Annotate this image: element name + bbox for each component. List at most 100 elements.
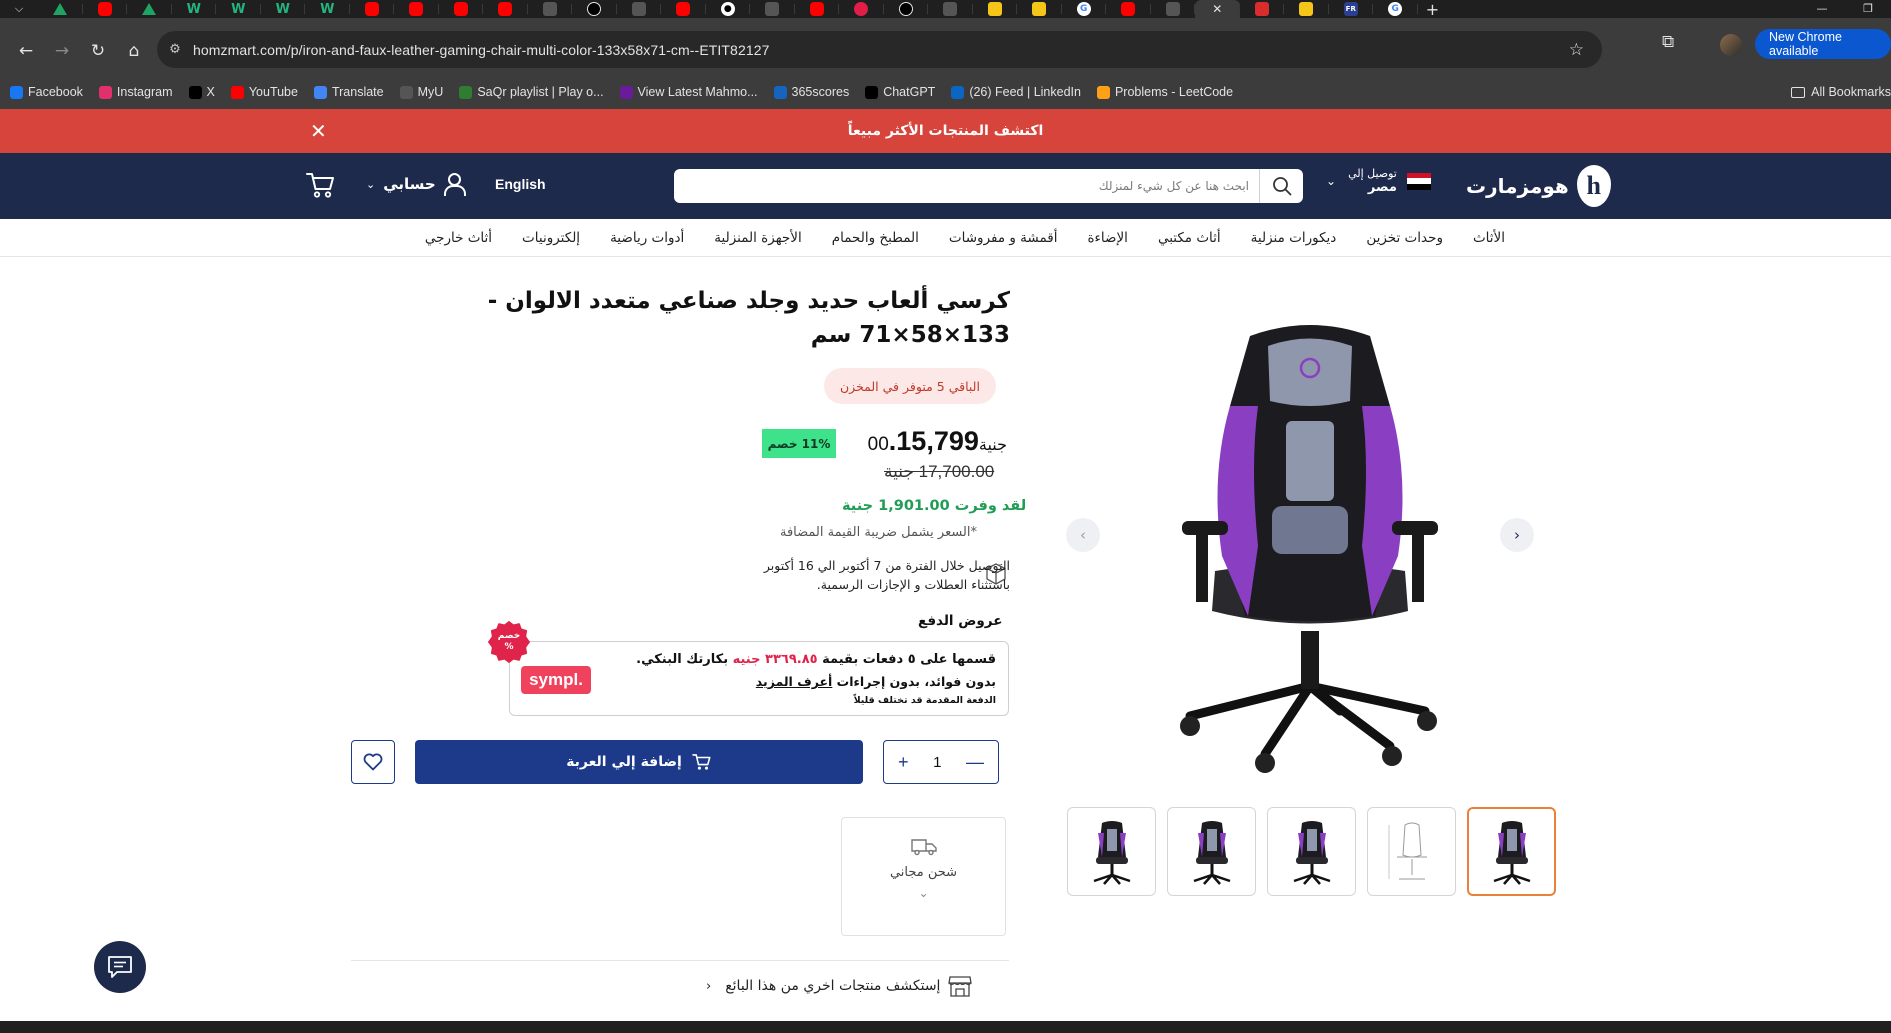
increase-quantity-icon[interactable]: + bbox=[898, 752, 909, 773]
free-shipping-card[interactable]: شحن مجاني ⌄ bbox=[841, 817, 1006, 936]
truck-icon bbox=[910, 839, 937, 856]
tab[interactable] bbox=[617, 0, 662, 18]
tab[interactable]: W bbox=[216, 0, 261, 18]
category-link[interactable]: إلكترونيات bbox=[522, 230, 580, 246]
forward-icon[interactable]: → bbox=[44, 33, 80, 69]
explore-seller-link[interactable]: إستكشف منتجات اخري من هذا البائع ‹ bbox=[706, 975, 973, 997]
bookmark-item[interactable]: ChatGPT bbox=[865, 85, 935, 99]
tab[interactable] bbox=[394, 0, 439, 18]
tab[interactable] bbox=[839, 0, 884, 18]
close-icon[interactable]: ✕ bbox=[310, 121, 327, 141]
profile-avatar[interactable] bbox=[1720, 34, 1742, 56]
url-text[interactable]: homzmart.com/p/iron-and-faux-leather-gam… bbox=[193, 42, 769, 58]
home-icon[interactable]: ⌂ bbox=[116, 33, 152, 69]
youtube-icon bbox=[809, 2, 824, 16]
promo-banner[interactable]: اكتشف المنتجات الأكثر مبيعاً ✕ bbox=[0, 109, 1891, 153]
tab-search-chevron-icon[interactable]: ⌵ bbox=[0, 0, 38, 18]
product-thumbnail[interactable] bbox=[1267, 807, 1356, 896]
category-link[interactable]: أثاث خارجي bbox=[425, 230, 492, 246]
promo-text[interactable]: اكتشف المنتجات الأكثر مبيعاً bbox=[848, 123, 1044, 139]
next-image-arrow-icon[interactable]: › bbox=[1500, 518, 1534, 552]
add-to-cart-button[interactable]: إضافة إلي العربة bbox=[415, 740, 863, 784]
tab[interactable] bbox=[38, 0, 83, 18]
bookmark-item[interactable]: MyU bbox=[399, 85, 443, 99]
tab[interactable] bbox=[750, 0, 795, 18]
product-thumbnail[interactable] bbox=[1367, 807, 1456, 896]
learn-more-link[interactable]: أعرف المزيد bbox=[756, 674, 833, 689]
tab[interactable] bbox=[83, 0, 128, 18]
close-tab-icon[interactable]: ✕ bbox=[1212, 2, 1222, 16]
chat-support-button[interactable] bbox=[94, 941, 146, 993]
tab[interactable] bbox=[928, 0, 973, 18]
tab[interactable] bbox=[1284, 0, 1329, 18]
tab[interactable] bbox=[483, 0, 528, 18]
bookmark-item[interactable]: Translate bbox=[313, 85, 384, 99]
search-input[interactable] bbox=[674, 169, 1259, 203]
bookmark-item[interactable]: Problems - LeetCode bbox=[1096, 85, 1233, 99]
product-thumbnail[interactable] bbox=[1467, 807, 1556, 896]
tab[interactable] bbox=[1240, 0, 1285, 18]
tab[interactable] bbox=[1151, 0, 1196, 18]
active-tab[interactable]: ✕ bbox=[1195, 0, 1240, 18]
tab[interactable] bbox=[350, 0, 395, 18]
category-link[interactable]: المطبخ والحمام bbox=[832, 230, 919, 246]
category-link[interactable]: أدوات رياضية bbox=[610, 230, 684, 246]
decrease-quantity-icon[interactable]: — bbox=[966, 752, 984, 773]
category-link[interactable]: أثاث مكتبي bbox=[1158, 230, 1221, 246]
tab[interactable] bbox=[439, 0, 484, 18]
product-main-image[interactable] bbox=[1140, 316, 1480, 776]
tab[interactable]: W bbox=[305, 0, 350, 18]
tab[interactable] bbox=[127, 0, 172, 18]
bookmark-item[interactable]: 365scores bbox=[773, 85, 849, 99]
bookmark-star-icon[interactable]: ☆ bbox=[1569, 40, 1584, 60]
category-link[interactable]: الأجهزة المنزلية bbox=[714, 230, 801, 246]
bookmark-item[interactable]: (26) Feed | LinkedIn bbox=[951, 85, 1081, 99]
product-thumbnail[interactable] bbox=[1167, 807, 1256, 896]
reload-icon[interactable]: ↻ bbox=[80, 33, 116, 69]
language-switch[interactable]: English bbox=[495, 176, 546, 192]
site-logo[interactable]: h هومزمارت bbox=[1466, 165, 1611, 207]
minimize-icon[interactable]: — bbox=[1799, 0, 1845, 18]
bookmark-item[interactable]: Facebook bbox=[10, 85, 83, 99]
wishlist-button[interactable] bbox=[351, 740, 395, 784]
quantity-value[interactable]: 1 bbox=[933, 754, 941, 771]
category-link[interactable]: ديكورات منزلية bbox=[1251, 230, 1337, 246]
category-link[interactable]: الأثاث bbox=[1473, 230, 1505, 246]
tab[interactable] bbox=[884, 0, 929, 18]
tab[interactable] bbox=[528, 0, 573, 18]
bookmark-item[interactable]: View Latest Mahmo... bbox=[619, 85, 758, 99]
category-link[interactable]: أقمشة و مفروشات bbox=[949, 230, 1058, 246]
product-thumbnail[interactable] bbox=[1067, 807, 1156, 896]
restore-icon[interactable]: ❐ bbox=[1845, 0, 1891, 18]
account-menu[interactable]: حسابي ⌄ bbox=[366, 173, 466, 196]
bookmark-item[interactable]: YouTube bbox=[230, 85, 298, 99]
new-tab-icon[interactable]: + bbox=[1418, 0, 1448, 19]
bookmark-item[interactable]: SaQr playlist | Play o... bbox=[459, 85, 604, 99]
tab[interactable]: W bbox=[261, 0, 306, 18]
site-info-icon[interactable]: ⚙ bbox=[157, 42, 193, 57]
tab[interactable]: W bbox=[172, 0, 217, 18]
bookmark-item[interactable]: Instagram bbox=[98, 85, 173, 99]
all-bookmarks[interactable]: All Bookmarks bbox=[1791, 85, 1891, 99]
tab[interactable] bbox=[572, 0, 617, 18]
deliver-to-selector[interactable]: توصيل إلي مصر ⌄ bbox=[1326, 167, 1431, 195]
tab[interactable] bbox=[1017, 0, 1062, 18]
search-icon[interactable] bbox=[1259, 169, 1303, 203]
tab[interactable]: ● bbox=[706, 0, 751, 18]
tab[interactable] bbox=[661, 0, 706, 18]
address-bar[interactable]: ⚙ homzmart.com/p/iron-and-faux-leather-g… bbox=[157, 31, 1602, 68]
tab[interactable]: G bbox=[1373, 0, 1418, 18]
tab[interactable] bbox=[973, 0, 1018, 18]
cart-icon[interactable] bbox=[306, 171, 336, 199]
category-link[interactable]: وحدات تخزين bbox=[1366, 230, 1443, 246]
tab[interactable] bbox=[795, 0, 840, 18]
bookmark-item[interactable]: X bbox=[188, 85, 215, 99]
extensions-icon[interactable]: ⧉ bbox=[1662, 32, 1674, 52]
back-icon[interactable]: ← bbox=[8, 33, 44, 69]
tab[interactable]: FR bbox=[1329, 0, 1374, 18]
new-chrome-available-button[interactable]: New Chrome available bbox=[1755, 29, 1891, 59]
prev-image-arrow-icon[interactable]: ‹ bbox=[1066, 518, 1100, 552]
tab[interactable] bbox=[1106, 0, 1151, 18]
category-link[interactable]: الإضاءة bbox=[1087, 230, 1127, 246]
tab[interactable]: G bbox=[1062, 0, 1107, 18]
